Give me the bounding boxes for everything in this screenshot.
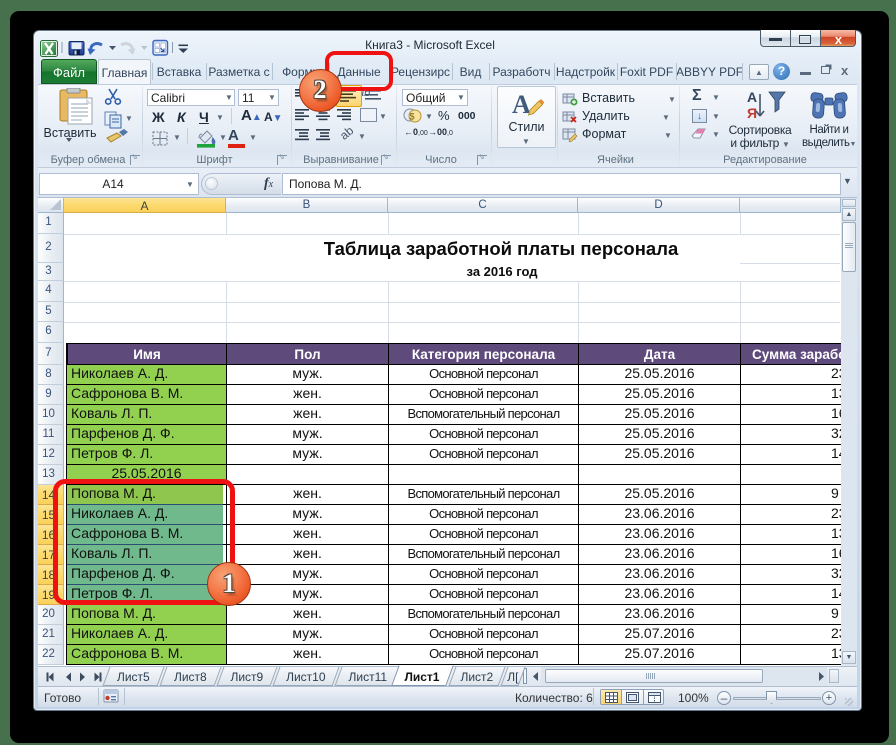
svg-text:A: A [512,90,531,119]
svg-text:Я: Я [747,105,757,121]
svg-text:$: $ [409,112,414,122]
svg-text:А: А [747,89,757,105]
